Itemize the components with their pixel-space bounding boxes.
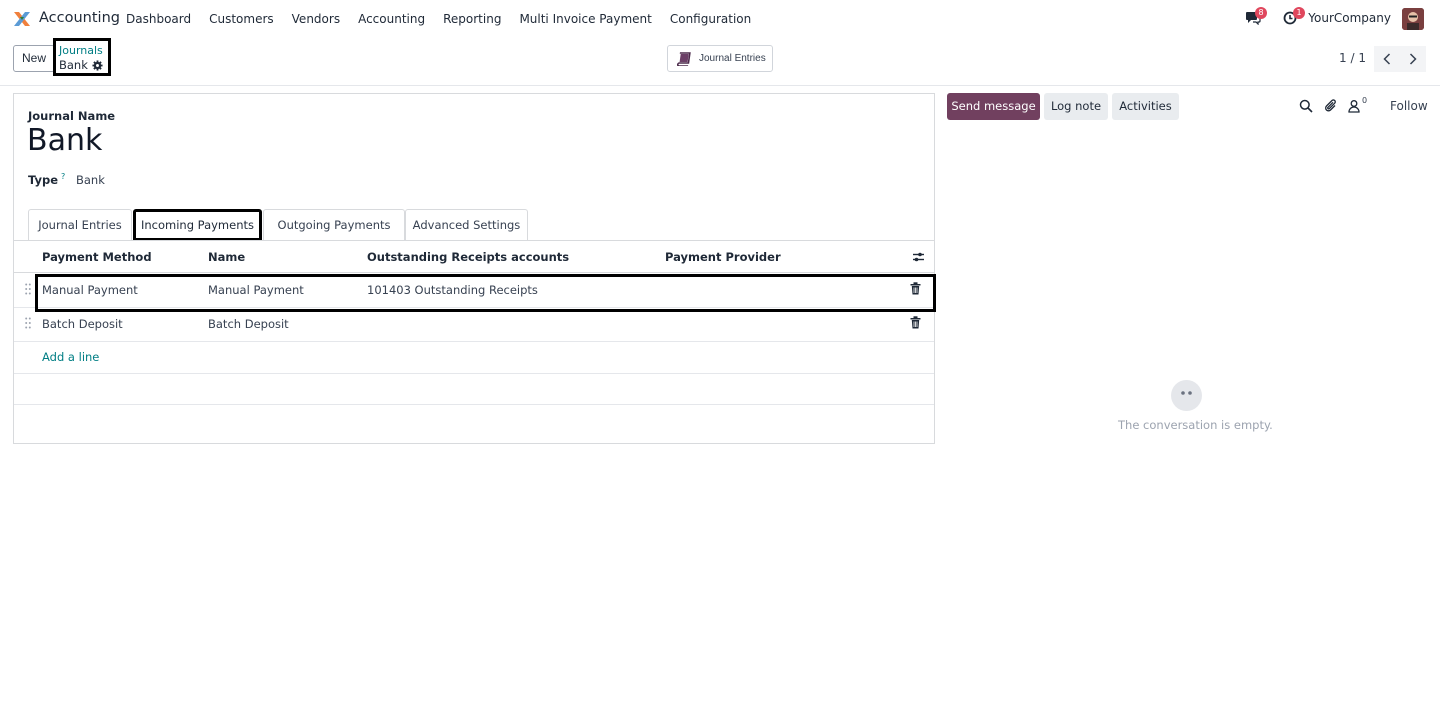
breadcrumb-current-label: Bank bbox=[59, 58, 88, 72]
cell-name[interactable]: Manual Payment bbox=[208, 283, 304, 297]
book-icon bbox=[677, 51, 691, 66]
form-sheet: Journal Name Bank Type? Bank Journal Ent… bbox=[13, 93, 936, 444]
main-menu: Dashboard Customers Vendors Accounting R… bbox=[126, 0, 769, 38]
empty-conversation-icon bbox=[1171, 380, 1202, 411]
header-payment-method[interactable]: Payment Method bbox=[42, 250, 152, 264]
menu-customers[interactable]: Customers bbox=[209, 12, 274, 26]
header-payment-provider[interactable]: Payment Provider bbox=[665, 250, 781, 264]
menu-dashboard[interactable]: Dashboard bbox=[126, 12, 191, 26]
empty-conversation-text: The conversation is empty. bbox=[1118, 418, 1273, 432]
follow-button[interactable]: Follow bbox=[1390, 99, 1428, 113]
company-switcher[interactable]: YourCompany bbox=[1308, 11, 1391, 25]
header-name[interactable]: Name bbox=[208, 250, 245, 264]
tabs-divider bbox=[14, 240, 934, 241]
activities-badge: 1 bbox=[1293, 7, 1305, 19]
activities-systray[interactable]: 1 bbox=[1283, 7, 1305, 27]
tab-outgoing-payments[interactable]: Outgoing Payments bbox=[263, 209, 405, 241]
chevron-right-icon bbox=[1409, 53, 1417, 65]
table-row[interactable]: Batch Deposit Batch Deposit bbox=[14, 307, 934, 341]
activities-button[interactable]: Activities bbox=[1112, 93, 1179, 120]
breadcrumb-journals-link[interactable]: Journals bbox=[59, 44, 108, 57]
messages-systray[interactable]: 8 bbox=[1245, 7, 1267, 27]
paperclip-icon[interactable] bbox=[1324, 99, 1338, 113]
table-row[interactable]: Manual Payment Manual Payment 101403 Out… bbox=[14, 273, 934, 307]
app-name[interactable]: Accounting bbox=[39, 10, 120, 26]
chevron-left-icon bbox=[1383, 53, 1391, 65]
cell-name[interactable]: Batch Deposit bbox=[208, 317, 289, 331]
face-icon bbox=[1181, 391, 1192, 395]
type-field[interactable]: Bank bbox=[76, 173, 105, 187]
header-outstanding-accounts[interactable]: Outstanding Receipts accounts bbox=[367, 250, 569, 264]
journal-name-label: Journal Name bbox=[28, 109, 116, 123]
control-panel: New Journals Bank Journal Entries 1 / 1 bbox=[0, 38, 1440, 86]
pager-value[interactable]: 1 / 1 bbox=[1339, 51, 1366, 65]
tab-incoming-payments[interactable]: Incoming Payments bbox=[133, 209, 262, 241]
cell-payment-method[interactable]: Batch Deposit bbox=[42, 317, 123, 331]
gear-icon[interactable] bbox=[92, 59, 103, 71]
menu-reporting[interactable]: Reporting bbox=[443, 12, 501, 26]
drag-handle-icon[interactable] bbox=[25, 317, 31, 329]
menu-vendors[interactable]: Vendors bbox=[292, 12, 340, 26]
type-label-text: Type bbox=[28, 172, 59, 187]
row-divider bbox=[14, 373, 934, 374]
menu-multi-invoice-payment[interactable]: Multi Invoice Payment bbox=[519, 12, 651, 26]
avatar-image-icon bbox=[1402, 8, 1424, 30]
messages-badge: 8 bbox=[1255, 7, 1267, 19]
type-help-tooltip[interactable]: ? bbox=[61, 172, 65, 181]
cell-payment-method[interactable]: Manual Payment bbox=[42, 283, 138, 297]
new-button[interactable]: New bbox=[13, 45, 56, 72]
send-message-button[interactable]: Send message bbox=[947, 93, 1040, 120]
search-icon[interactable] bbox=[1299, 99, 1313, 113]
row-divider bbox=[14, 404, 934, 405]
log-note-button[interactable]: Log note bbox=[1044, 93, 1108, 120]
pager-next-button[interactable] bbox=[1400, 46, 1426, 72]
trash-icon[interactable] bbox=[910, 282, 921, 295]
breadcrumb-current: Bank bbox=[59, 57, 108, 73]
tab-journal-entries[interactable]: Journal Entries bbox=[28, 209, 132, 241]
breadcrumb: Journals Bank bbox=[53, 38, 111, 76]
journal-name-field[interactable]: Bank bbox=[27, 123, 102, 158]
row-divider bbox=[14, 341, 934, 342]
drag-handle-icon[interactable] bbox=[25, 283, 31, 295]
menu-configuration[interactable]: Configuration bbox=[670, 12, 751, 26]
journal-entries-smart-button[interactable]: Journal Entries bbox=[667, 45, 773, 72]
user-avatar[interactable] bbox=[1402, 8, 1424, 30]
pager-previous-button[interactable] bbox=[1374, 46, 1400, 72]
tab-advanced-settings[interactable]: Advanced Settings bbox=[405, 209, 528, 241]
add-a-line-link[interactable]: Add a line bbox=[42, 350, 99, 364]
type-label: Type? bbox=[28, 172, 65, 187]
cell-outstanding-account[interactable]: 101403 Outstanding Receipts bbox=[367, 283, 538, 297]
menu-accounting[interactable]: Accounting bbox=[358, 12, 425, 26]
top-navbar: Accounting Dashboard Customers Vendors A… bbox=[0, 0, 1440, 38]
accounting-app-icon[interactable] bbox=[12, 9, 32, 29]
followers-count: 0 bbox=[1362, 96, 1368, 105]
follower-icon[interactable] bbox=[1347, 99, 1361, 113]
optional-columns-toggle-icon[interactable] bbox=[912, 251, 925, 263]
smart-button-label: Journal Entries bbox=[699, 53, 766, 64]
trash-icon[interactable] bbox=[910, 316, 921, 329]
